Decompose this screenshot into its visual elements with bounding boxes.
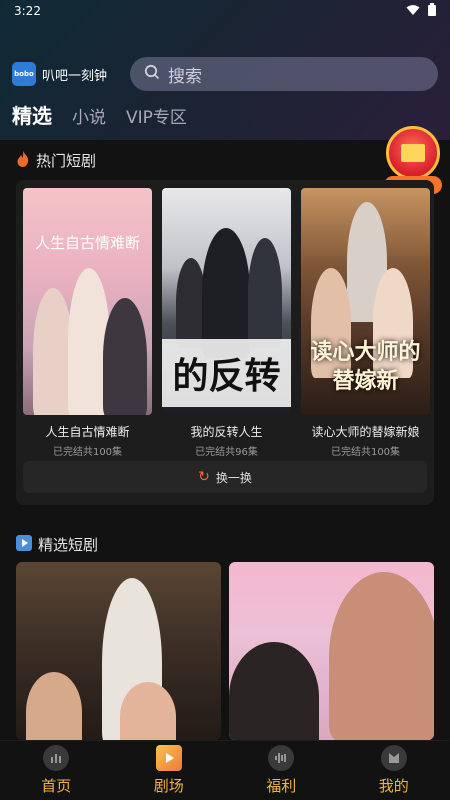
app-name: 叭吧一刻钟 xyxy=(42,68,108,84)
drama-episodes: 已完结共100集 xyxy=(330,447,401,458)
drama-episodes: 已完结共96集 xyxy=(195,447,258,458)
featured-drama-card[interactable] xyxy=(229,562,434,740)
profile-icon xyxy=(380,745,407,771)
hot-drama-item[interactable]: 的反转 我的反转人生 已完结共96集 xyxy=(162,188,291,458)
home-icon xyxy=(43,745,70,771)
refresh-icon: ↻ xyxy=(198,469,210,485)
search-placeholder: 搜索 xyxy=(168,66,202,87)
drama-poster[interactable]: 读心大师的替嫁新 xyxy=(301,188,430,415)
red-envelope-icon xyxy=(386,126,440,180)
hot-drama-item[interactable]: 人生自古情难断 人生自古情难断 已完结共100集 xyxy=(23,188,152,458)
logo-mark: bobo xyxy=(12,62,36,86)
drama-name: 读心大师的替嫁新娘 xyxy=(311,425,420,439)
refresh-label: 换一换 xyxy=(215,470,252,485)
app-header: bobo 叭吧一刻钟 搜索 xyxy=(12,56,438,92)
drama-poster[interactable]: 的反转 xyxy=(162,188,291,415)
fire-icon xyxy=(16,150,30,171)
app-logo: bobo 叭吧一刻钟 xyxy=(12,62,130,86)
search-icon xyxy=(144,64,160,85)
featured-title-label: 精选短剧 xyxy=(38,536,99,554)
featured-section-title: 精选短剧 xyxy=(16,534,98,555)
nav-home-label: 首页 xyxy=(41,777,72,795)
featured-drama-card[interactable] xyxy=(16,562,221,740)
drama-name: 我的反转人生 xyxy=(190,425,263,439)
top-tabs: 精选 小说 VIP专区 xyxy=(12,100,187,129)
status-bar: 3:22 xyxy=(0,0,450,22)
featured-grid xyxy=(16,562,434,740)
search-input[interactable]: 搜索 xyxy=(130,57,438,91)
theater-icon xyxy=(155,745,182,771)
poster-title-text: 读心大师的替嫁新 xyxy=(310,339,421,395)
tab-novel[interactable]: 小说 xyxy=(72,103,106,128)
tab-featured[interactable]: 精选 xyxy=(12,100,52,129)
hot-section-title: 热门短剧 xyxy=(16,150,96,171)
bottom-nav: 首页 剧场 福利 我的 xyxy=(0,740,450,800)
drama-episodes: 已完结共100集 xyxy=(52,447,123,458)
nav-welfare[interactable]: 福利 xyxy=(241,745,321,796)
nav-theater-label: 剧场 xyxy=(153,777,184,795)
nav-welfare-label: 福利 xyxy=(266,777,297,795)
refresh-button[interactable]: ↻ 换一换 xyxy=(23,461,427,493)
nav-profile[interactable]: 我的 xyxy=(354,745,434,796)
welfare-icon xyxy=(268,745,295,771)
tab-vip[interactable]: VIP专区 xyxy=(126,103,187,128)
nav-profile-label: 我的 xyxy=(378,777,409,795)
hot-drama-item[interactable]: 读心大师的替嫁新 读心大师的替嫁新娘 已完结共100集 xyxy=(301,188,430,458)
poster-title-text: 人生自古情难断 xyxy=(34,234,140,252)
play-icon xyxy=(16,534,32,555)
hot-dramas-card: 人生自古情难断 人生自古情难断 已完结共100集 的反转 我的反转人生 已完结共… xyxy=(16,180,434,505)
drama-poster[interactable]: 人生自古情难断 xyxy=(23,188,152,415)
hot-poster-row: 人生自古情难断 人生自古情难断 已完结共100集 的反转 我的反转人生 已完结共… xyxy=(23,188,430,458)
battery-icon xyxy=(428,3,436,19)
drama-name: 人生自古情难断 xyxy=(45,425,130,439)
poster-title-text: 的反转 xyxy=(162,339,291,407)
nav-theater[interactable]: 剧场 xyxy=(129,745,209,796)
status-time: 3:22 xyxy=(14,4,41,18)
nav-home[interactable]: 首页 xyxy=(16,745,96,796)
hot-title-label: 热门短剧 xyxy=(36,152,97,170)
wifi-icon xyxy=(406,4,420,19)
